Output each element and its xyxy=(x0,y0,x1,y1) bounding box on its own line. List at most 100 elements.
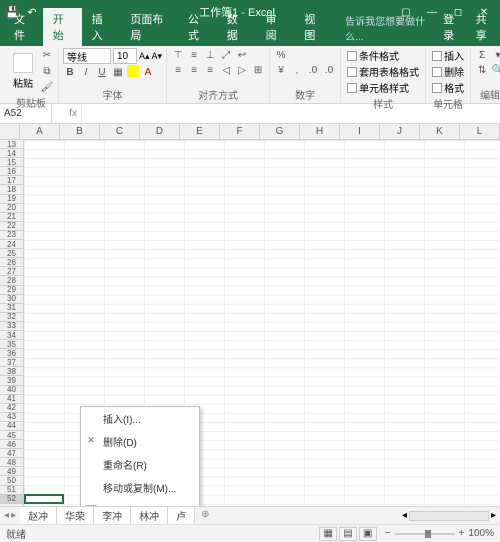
fill-color-icon[interactable] xyxy=(127,65,139,77)
indent-dec-icon[interactable]: ◁ xyxy=(219,63,233,77)
fx-icon[interactable]: fx xyxy=(69,108,77,119)
column-header[interactable]: H xyxy=(300,124,340,139)
currency-icon[interactable]: ¥ xyxy=(274,63,288,77)
status-bar: 就绪 ▦ ▤ ▣ − + 100% xyxy=(0,524,500,542)
zoom-in-icon[interactable]: + xyxy=(459,528,465,539)
column-header[interactable]: B xyxy=(60,124,100,139)
sheet-nav-first-icon[interactable]: ◂ xyxy=(4,510,9,521)
comma-icon[interactable]: , xyxy=(290,63,304,77)
sheet-tab[interactable]: 卢 xyxy=(168,507,195,524)
format-cells[interactable]: 格式 xyxy=(430,80,466,95)
sheet-tab[interactable]: 李冲 xyxy=(94,507,131,524)
format-painter-icon[interactable]: 🖌 xyxy=(40,80,54,94)
autosum-icon[interactable]: Σ xyxy=(475,48,489,62)
tab-review[interactable]: 审阅 xyxy=(256,8,295,46)
font-name[interactable]: 等线 xyxy=(63,48,111,64)
decrease-font-icon[interactable]: A▾ xyxy=(152,51,163,62)
column-header[interactable]: F xyxy=(220,124,260,139)
bold-icon[interactable]: B xyxy=(63,65,77,79)
tab-home[interactable]: 开始 xyxy=(43,8,82,46)
tab-file[interactable]: 文件 xyxy=(4,8,43,46)
column-header[interactable]: E xyxy=(180,124,220,139)
ribbon: 粘贴 ✂ ⧉ 🖌 剪贴板 等线 10 A▴ A▾ B I U ▦ xyxy=(0,46,500,104)
code-icon: ⌨ xyxy=(85,503,97,506)
view-break-icon[interactable]: ▣ xyxy=(359,527,377,541)
dec-decimal-icon[interactable]: .0 xyxy=(322,63,336,77)
menu-view-code[interactable]: ⌨查看代码(V) xyxy=(81,499,199,506)
zoom-slider[interactable] xyxy=(395,533,455,535)
column-header[interactable]: A xyxy=(20,124,60,139)
tab-formulas[interactable]: 公式 xyxy=(178,8,217,46)
wrap-text-icon[interactable]: ↩ xyxy=(235,48,249,62)
row-headers: 1314151617181920212223242526272829303132… xyxy=(0,140,24,506)
italic-icon[interactable]: I xyxy=(79,65,93,79)
column-header[interactable]: K xyxy=(420,124,460,139)
conditional-format[interactable]: 条件格式 xyxy=(345,48,421,63)
share-button[interactable]: 共享 xyxy=(468,8,500,46)
cut-icon[interactable]: ✂ xyxy=(40,48,54,62)
merge-icon[interactable]: ⊞ xyxy=(251,63,265,77)
align-bottom-icon[interactable]: ⊥ xyxy=(203,48,217,62)
group-align-label: 对齐方式 xyxy=(171,86,265,103)
hscrollbar[interactable] xyxy=(409,511,489,521)
cell-styles[interactable]: 单元格样式 xyxy=(345,80,421,95)
hscroll-right-icon[interactable]: ▸ xyxy=(491,510,496,521)
column-header[interactable]: L xyxy=(460,124,500,139)
view-normal-icon[interactable]: ▦ xyxy=(319,527,337,541)
sort-icon[interactable]: ⇅ xyxy=(475,63,489,77)
menu-delete[interactable]: ✕删除(D) xyxy=(81,430,199,453)
insert-cells[interactable]: 插入 xyxy=(430,48,466,63)
copy-icon[interactable]: ⧉ xyxy=(40,64,54,78)
menu-rename[interactable]: 重命名(R) xyxy=(81,453,199,476)
font-size[interactable]: 10 xyxy=(113,48,137,64)
tab-insert[interactable]: 插入 xyxy=(82,8,121,46)
column-header[interactable]: J xyxy=(380,124,420,139)
number-format-icon[interactable]: % xyxy=(274,48,288,62)
formula-bar: A52 fx xyxy=(0,104,500,124)
tab-data[interactable]: 数据 xyxy=(217,8,256,46)
underline-icon[interactable]: U xyxy=(95,65,109,79)
active-cell xyxy=(24,494,64,504)
group-edit-label: 编辑 xyxy=(475,86,500,103)
column-header[interactable]: I xyxy=(340,124,380,139)
fill-icon[interactable]: ▾ xyxy=(491,48,500,62)
border-icon[interactable]: ▦ xyxy=(111,65,125,79)
sheet-tab[interactable]: 林冲 xyxy=(131,507,168,524)
font-color-icon[interactable]: A xyxy=(141,65,155,79)
sheet-context-menu: 插入(I)... ✕删除(D) 重命名(R) 移动或复制(M)... ⌨查看代码… xyxy=(80,406,200,506)
zoom-out-icon[interactable]: − xyxy=(385,528,391,539)
signin-button[interactable]: 登录 xyxy=(435,8,467,46)
name-box[interactable]: A52 xyxy=(0,104,52,123)
column-header[interactable]: D xyxy=(140,124,180,139)
tab-view[interactable]: 视图 xyxy=(294,8,333,46)
align-top-icon[interactable]: ⊤ xyxy=(171,48,185,62)
align-left-icon[interactable]: ≡ xyxy=(171,63,185,77)
new-sheet-button[interactable]: ⊕ xyxy=(195,507,215,524)
sheet-tab[interactable]: 华荣 xyxy=(57,507,94,524)
column-header[interactable]: C xyxy=(100,124,140,139)
inc-decimal-icon[interactable]: .0 xyxy=(306,63,320,77)
paste-button[interactable]: 粘贴 xyxy=(8,53,38,90)
menu-move[interactable]: 移动或复制(M)... xyxy=(81,476,199,499)
align-center-icon[interactable]: ≡ xyxy=(187,63,201,77)
zoom-level[interactable]: 100% xyxy=(468,528,494,539)
sheet-tab[interactable]: 赵冲 xyxy=(20,507,57,524)
sheet-nav-last-icon[interactable]: ▸ xyxy=(11,510,16,521)
indent-inc-icon[interactable]: ▷ xyxy=(235,63,249,77)
menu-insert[interactable]: 插入(I)... xyxy=(81,407,199,430)
increase-font-icon[interactable]: A▴ xyxy=(139,51,150,62)
column-header[interactable]: G xyxy=(260,124,300,139)
tab-layout[interactable]: 页面布局 xyxy=(120,8,178,46)
table-format[interactable]: 套用表格格式 xyxy=(345,64,421,79)
formula-input[interactable] xyxy=(82,104,500,123)
delete-cells[interactable]: 删除 xyxy=(430,64,466,79)
find-icon[interactable]: 🔍 xyxy=(491,63,500,77)
tell-me[interactable]: 告诉我您想要做什么... xyxy=(339,10,435,46)
orientation-icon[interactable]: ⤢ xyxy=(219,48,233,62)
hscroll-left-icon[interactable]: ◂ xyxy=(402,510,407,521)
row-header[interactable]: 52 xyxy=(0,495,23,504)
view-page-icon[interactable]: ▤ xyxy=(339,527,357,541)
select-all-corner[interactable] xyxy=(0,124,20,139)
align-middle-icon[interactable]: ≡ xyxy=(187,48,201,62)
align-right-icon[interactable]: ≡ xyxy=(203,63,217,77)
